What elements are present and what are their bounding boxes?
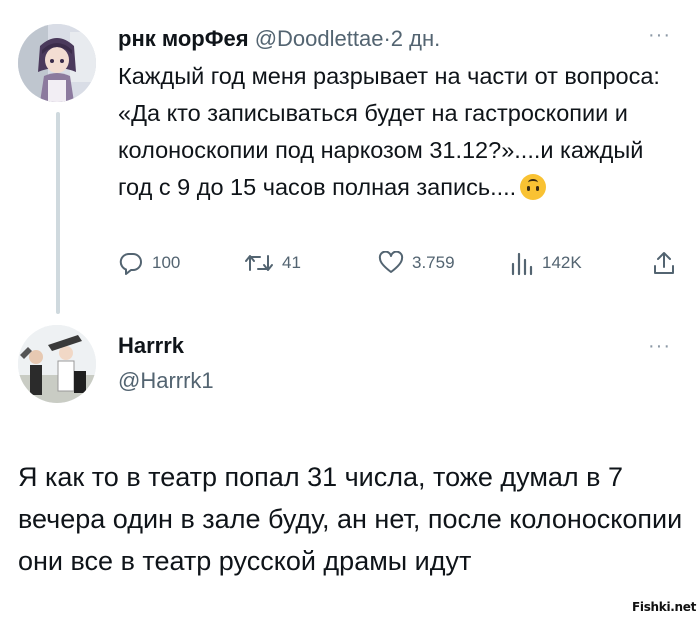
retweet-button[interactable]: 41 (244, 248, 301, 278)
avatar-harrrk[interactable] (18, 325, 96, 403)
upside-down-face-icon (520, 174, 547, 200)
retweet-count: 41 (282, 253, 301, 272)
heart-icon (378, 251, 404, 273)
share-icon (654, 252, 674, 274)
author-handle[interactable]: @Harrrk1 (118, 368, 214, 394)
reply-button[interactable]: 100 (118, 248, 180, 278)
retweet-icon (245, 255, 273, 271)
tweet2-text: Я как то в театр попал 31 числа, тоже ду… (18, 462, 683, 576)
thread-line (56, 112, 60, 314)
author-name[interactable]: рнк морФея (118, 26, 249, 51)
separator-dot: · (383, 26, 391, 51)
author-handle[interactable]: @Doodlettae (255, 26, 384, 51)
like-button[interactable]: 3.759 (378, 248, 455, 278)
author-name[interactable]: Harrrk (118, 333, 184, 359)
reply-count: 100 (152, 253, 181, 272)
like-count: 3.759 (412, 253, 455, 272)
more-options-button[interactable]: ··· (648, 335, 671, 358)
views-count: 142K (542, 253, 582, 272)
views-icon (511, 252, 533, 276)
reply-icon (119, 252, 142, 275)
tweet1-header: рнк морФея @Doodlettae·2 дн. (118, 24, 440, 54)
views-button[interactable]: 142K (510, 248, 582, 278)
avatar-rnk-morfeya[interactable] (18, 24, 96, 102)
timestamp[interactable]: 2 дн. (391, 26, 440, 51)
watermark: Fishki.net (632, 600, 697, 614)
share-button[interactable] (652, 248, 684, 278)
more-options-button[interactable]: ··· (648, 24, 671, 47)
tweet1-text: Каждый год меня разрывает на части от во… (118, 63, 660, 200)
tweet1-body: Каждый год меня разрывает на части от во… (118, 58, 678, 206)
